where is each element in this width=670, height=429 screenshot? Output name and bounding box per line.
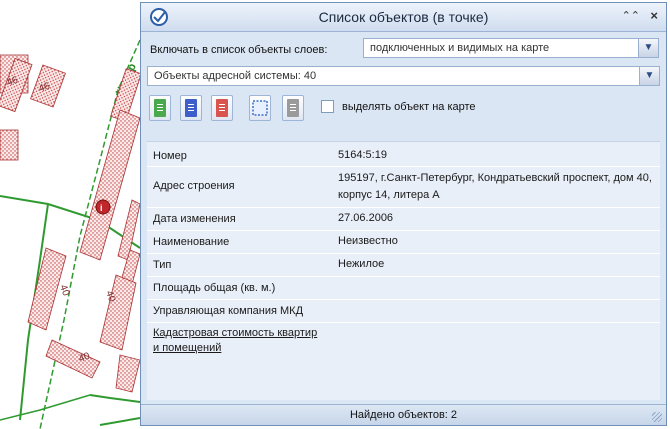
cadastral-value-link[interactable]: Кадастровая стоимость квартир и помещений bbox=[153, 326, 317, 356]
svg-text:i: i bbox=[100, 203, 103, 213]
export-pdf-icon bbox=[216, 99, 228, 117]
property-key: Наименование bbox=[153, 236, 230, 248]
property-key: Адрес строения bbox=[153, 180, 235, 192]
double-chevron-up-icon[interactable]: ⌃⌃ bbox=[622, 9, 640, 22]
location-pin-icon[interactable]: i bbox=[95, 199, 111, 215]
export-word-icon bbox=[185, 99, 197, 117]
property-row: Тип Нежилое bbox=[147, 254, 660, 277]
object-type-value: Объекты адресной системы: 40 bbox=[154, 70, 317, 82]
export-pdf-button[interactable] bbox=[211, 95, 233, 121]
street-line bbox=[99, 417, 141, 426]
select-area-button[interactable] bbox=[249, 95, 271, 121]
panel-title: Список объектов (в точке) bbox=[318, 9, 489, 25]
property-value: 5164:5:19 bbox=[338, 149, 387, 161]
street-line bbox=[89, 394, 141, 403]
property-value: Нежилое bbox=[338, 258, 385, 270]
export-excel-icon bbox=[154, 99, 166, 117]
property-row: Номер 5164:5:19 bbox=[147, 142, 660, 167]
buildings bbox=[0, 54, 142, 393]
status-bar: Найдено объектов: 2 bbox=[141, 404, 666, 425]
property-row: Управляющая компания МКД bbox=[147, 300, 660, 323]
property-value: Неизвестно bbox=[338, 235, 398, 247]
properties-sheet-icon bbox=[287, 99, 299, 117]
property-row: Дата изменения 27.06.2006 bbox=[147, 208, 660, 231]
panel-titlebar[interactable]: Список объектов (в точке) ⌃⌃ × bbox=[141, 3, 666, 32]
properties-sheet-button[interactable] bbox=[282, 95, 304, 121]
cadastral-link-line[interactable]: Кадастровая стоимость квартир bbox=[153, 327, 317, 339]
found-objects-count: Найдено объектов: 2 bbox=[349, 409, 458, 421]
close-icon[interactable]: × bbox=[650, 8, 658, 23]
property-row: Площадь общая (кв. м.) bbox=[147, 277, 660, 300]
property-key: Номер bbox=[153, 150, 187, 162]
property-key: Площадь общая (кв. м.) bbox=[153, 282, 276, 294]
property-key: Тип bbox=[153, 259, 172, 271]
property-row: Наименование Неизвестно bbox=[147, 231, 660, 254]
chevron-down-icon[interactable]: ▼ bbox=[639, 67, 659, 85]
highlight-on-map-label[interactable]: выделять объект на карте bbox=[342, 101, 476, 113]
chevron-down-icon[interactable]: ▼ bbox=[638, 39, 658, 57]
object-list-panel: Список объектов (в точке) ⌃⌃ × Включать … bbox=[140, 2, 667, 426]
property-key: Управляющая компания МКД bbox=[153, 305, 304, 317]
layers-filter-select[interactable]: подключенных и видимых на карте ▼ bbox=[363, 38, 659, 58]
object-properties-table: Номер 5164:5:19 Адрес строения 195197, г… bbox=[147, 141, 660, 400]
street-line bbox=[0, 195, 141, 249]
property-key: Дата изменения bbox=[153, 213, 236, 225]
object-type-select[interactable]: Объекты адресной системы: 40 ▼ bbox=[147, 66, 660, 86]
export-excel-button[interactable] bbox=[149, 95, 171, 121]
export-word-button[interactable] bbox=[180, 95, 202, 121]
property-row: Адрес строения 195197, г.Санкт-Петербург… bbox=[147, 167, 660, 208]
property-value: 27.06.2006 bbox=[338, 212, 394, 224]
layers-filter-value: подключенных и видимых на карте bbox=[370, 42, 550, 54]
resize-grip-icon[interactable] bbox=[652, 412, 662, 422]
property-row: Кадастровая стоимость квартир и помещений bbox=[147, 323, 660, 357]
layers-filter-label: Включать в список объекты слоев: bbox=[150, 44, 328, 56]
property-value: 195197, г.Санкт-Петербург, Кондратьевски… bbox=[338, 172, 652, 201]
highlight-on-map-checkbox[interactable] bbox=[321, 100, 334, 113]
select-area-icon bbox=[252, 100, 268, 116]
cadastral-link-line[interactable]: и помещений bbox=[153, 342, 221, 354]
